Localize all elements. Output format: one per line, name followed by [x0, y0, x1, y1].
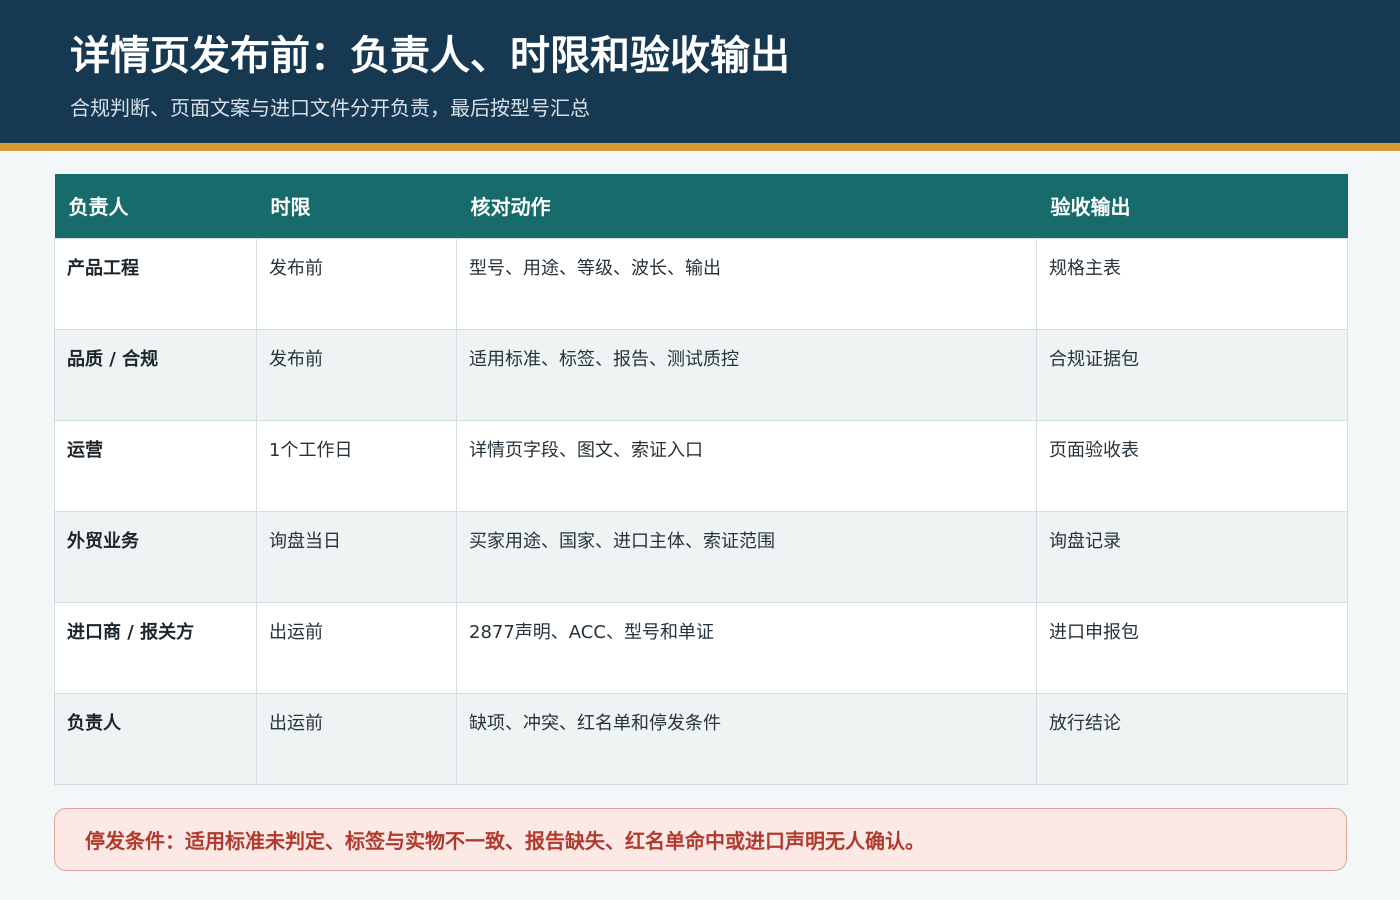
column-header-output: 验收输出 — [1036, 174, 1348, 238]
cell-deadline: 1个工作日 — [256, 419, 457, 512]
cell-owner: 外贸业务 — [54, 510, 257, 603]
cell-output: 规格主表 — [1036, 237, 1348, 330]
table-row: 品质 / 合规 发布前 适用标准、标签、报告、测试质控 合规证据包 — [54, 328, 1348, 421]
cell-action: 适用标准、标签、报告、测试质控 — [456, 328, 1037, 421]
page-header: 详情页发布前：负责人、时限和验收输出 合规判断、页面文案与进口文件分开负责，最后… — [0, 0, 1400, 143]
cell-owner: 产品工程 — [54, 237, 257, 330]
cell-action: 详情页字段、图文、索证入口 — [456, 419, 1037, 512]
cell-deadline: 发布前 — [256, 237, 457, 330]
cell-action: 2877声明、ACC、型号和单证 — [456, 601, 1037, 694]
responsibility-table: 负责人 时限 核对动作 验收输出 产品工程 发布前 型号、用途、等级、波长、输出… — [54, 174, 1348, 785]
cell-action: 买家用途、国家、进口主体、索证范围 — [456, 510, 1037, 603]
cell-owner: 进口商 / 报关方 — [54, 601, 257, 694]
cell-owner: 负责人 — [54, 692, 257, 785]
table-row: 负责人 出运前 缺项、冲突、红名单和停发条件 放行结论 — [54, 692, 1348, 785]
stop-condition-alert: 停发条件：适用标准未判定、标签与实物不一致、报告缺失、红名单命中或进口声明无人确… — [54, 808, 1347, 871]
cell-action: 型号、用途、等级、波长、输出 — [456, 237, 1037, 330]
cell-output: 放行结论 — [1036, 692, 1348, 785]
table-row: 运营 1个工作日 详情页字段、图文、索证入口 页面验收表 — [54, 419, 1348, 512]
cell-deadline: 发布前 — [256, 328, 457, 421]
cell-output: 合规证据包 — [1036, 328, 1348, 421]
cell-output: 进口申报包 — [1036, 601, 1348, 694]
cell-owner: 运营 — [54, 419, 257, 512]
column-header-action: 核对动作 — [456, 174, 1037, 238]
cell-deadline: 出运前 — [256, 692, 457, 785]
stop-condition-text: 停发条件：适用标准未判定、标签与实物不一致、报告缺失、红名单命中或进口声明无人确… — [85, 829, 925, 853]
cell-output: 询盘记录 — [1036, 510, 1348, 603]
table-header-row: 负责人 时限 核对动作 验收输出 — [54, 174, 1348, 238]
page-title: 详情页发布前：负责人、时限和验收输出 — [70, 33, 790, 79]
page-subtitle: 合规判断、页面文案与进口文件分开负责，最后按型号汇总 — [70, 96, 590, 120]
table-row: 产品工程 发布前 型号、用途、等级、波长、输出 规格主表 — [54, 237, 1348, 330]
cell-owner: 品质 / 合规 — [54, 328, 257, 421]
table-row: 外贸业务 询盘当日 买家用途、国家、进口主体、索证范围 询盘记录 — [54, 510, 1348, 603]
table-row: 进口商 / 报关方 出运前 2877声明、ACC、型号和单证 进口申报包 — [54, 601, 1348, 694]
header-divider — [0, 143, 1400, 151]
cell-deadline: 出运前 — [256, 601, 457, 694]
column-header-owner: 负责人 — [54, 174, 257, 238]
cell-output: 页面验收表 — [1036, 419, 1348, 512]
cell-action: 缺项、冲突、红名单和停发条件 — [456, 692, 1037, 785]
column-header-deadline: 时限 — [256, 174, 457, 238]
cell-deadline: 询盘当日 — [256, 510, 457, 603]
